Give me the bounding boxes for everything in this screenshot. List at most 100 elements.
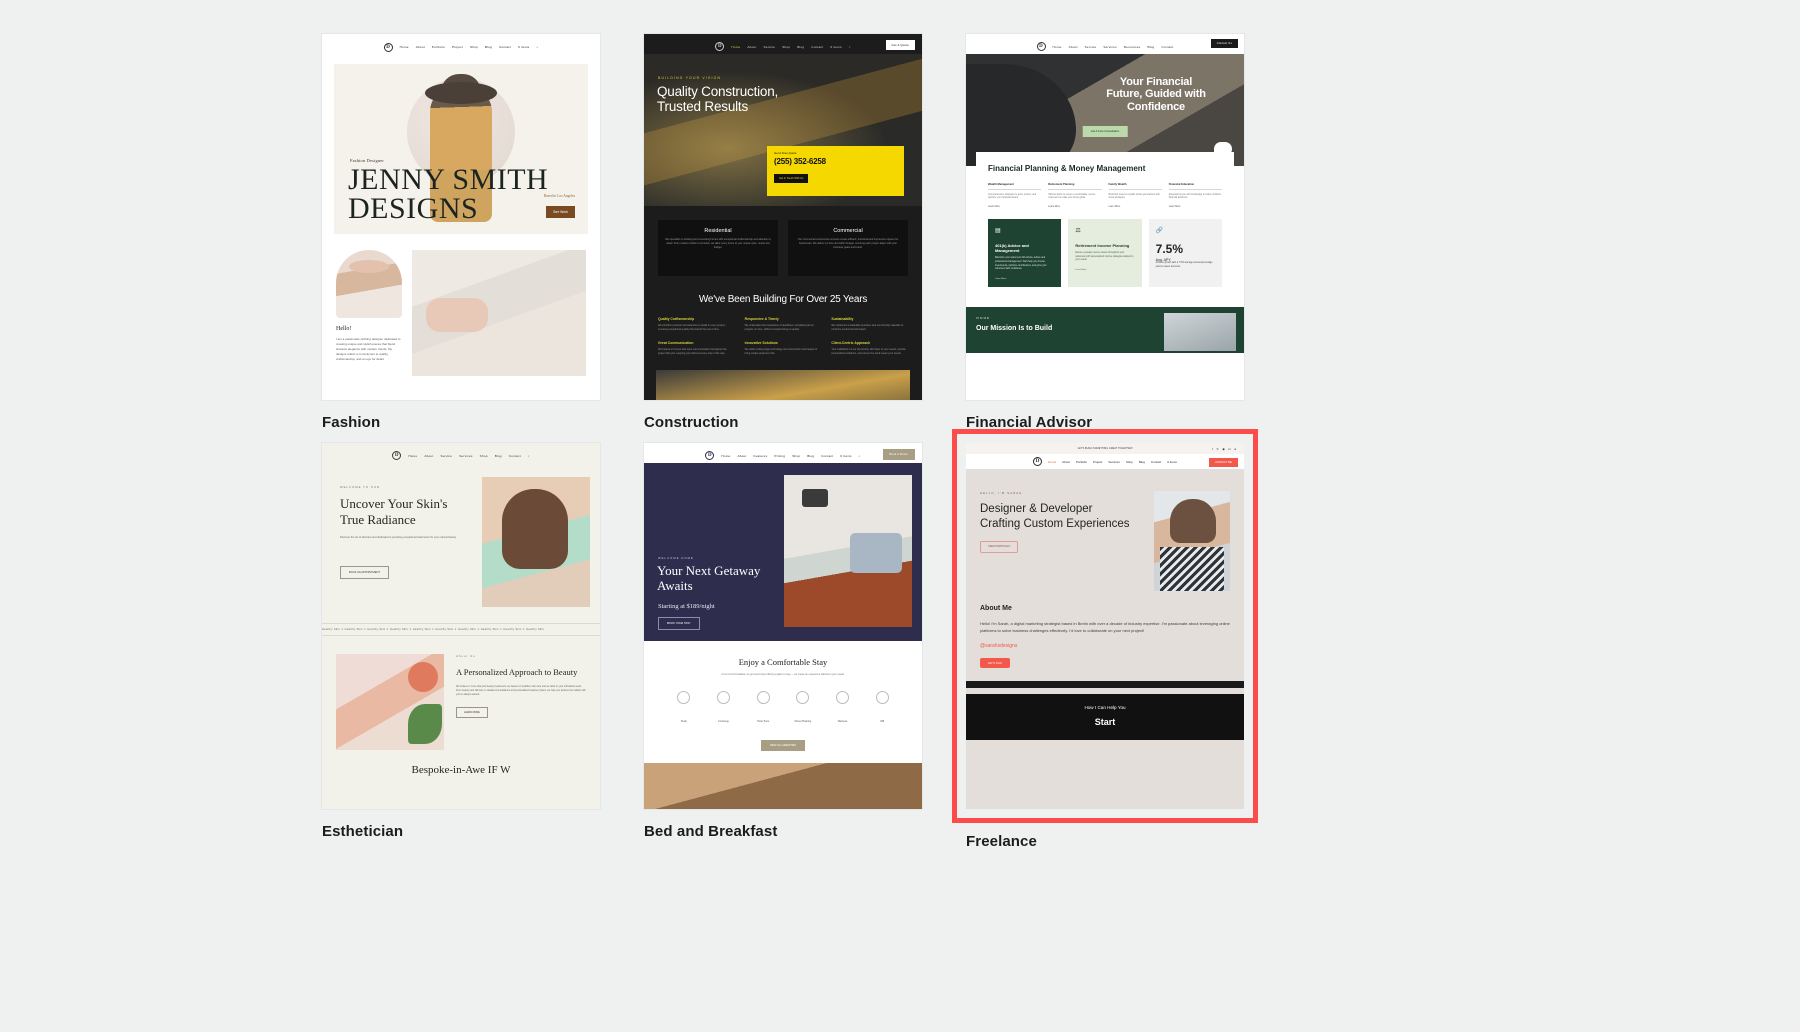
card-label: Fashion: [322, 414, 381, 431]
social-links: f ✕ ◉ in ●: [1132, 447, 1236, 451]
feature-title: Quality Craftsmanship: [658, 317, 695, 321]
amenity-item: Wellness: [823, 691, 863, 727]
hero-section: Fashion Designer JENNY SMITH DESIGNS Bas…: [334, 64, 588, 234]
hero-section: HELLO, I'M SARAH Designer & Developer Cr…: [966, 469, 1244, 591]
template-preview-bed-and-breakfast[interactable]: D Home About Features Pricing Shop Blog …: [644, 443, 922, 809]
template-card-construction[interactable]: D Home About Service Shop Blog Contact 0…: [644, 34, 922, 431]
section-heading: Enjoy a Comfortable Stay: [738, 657, 828, 667]
search-icon: ⌕: [858, 453, 861, 458]
hero-eyebrow: WELCOME TO OUR: [340, 485, 381, 489]
template-card-freelance[interactable]: LET'S BUILD SOMETHING GREAT TOGETHER! f …: [952, 429, 1258, 850]
column-title: Financial Education: [1168, 183, 1222, 190]
footer-image: [1164, 312, 1236, 351]
nav-item: Resources: [1123, 44, 1141, 49]
feature-body: We believe in honest and open communicat…: [658, 348, 727, 355]
amenity-label: Concierge: [718, 720, 729, 724]
hero-title-line1: JENNY SMITH: [348, 163, 549, 196]
years-heading: We've Been Building For Over 25 Years: [698, 294, 868, 305]
preview-nav: D Home About Portfolio Project Services …: [966, 454, 1244, 469]
about-section: Hello! I am a passionate clothing design…: [336, 250, 586, 376]
feature-body: We implement sustainable practices and e…: [831, 324, 904, 331]
amenity-item: Wifi: [862, 691, 902, 727]
hero-section: WELCOME HOME Your Next Getaway Awaits St…: [644, 463, 922, 641]
column-body: Tailored plans to ensure a comfortable, …: [1048, 193, 1096, 200]
about-handle: @sarahsdesigns: [980, 643, 1018, 649]
announcement-text: LET'S BUILD SOMETHING GREAT TOGETHER!: [1077, 447, 1133, 450]
nav-item: Blog: [797, 44, 805, 49]
nav-item: Services: [459, 453, 473, 458]
feature-item: Quality Craftsmanship We prioritize prec…: [658, 317, 735, 332]
amenity-icon: [875, 691, 889, 705]
book-room-button: Book A Room: [882, 449, 915, 460]
template-preview-esthetician[interactable]: D Home About Service Services Shop Blog …: [322, 443, 600, 809]
nav-item: Shop: [469, 45, 478, 49]
nav-item: Shop: [782, 44, 791, 49]
nav-item: Blog: [1147, 44, 1155, 49]
feature-body: We understand the importance of deadline…: [744, 324, 814, 331]
cart-label: 0 items: [830, 44, 842, 49]
footer-section: VISION Our Mission Is to Build: [966, 306, 1244, 353]
nav-item: About: [415, 45, 425, 49]
hero-body: Discover the art of skincare and dedicat…: [340, 535, 457, 539]
panel-column: Financial Education Empowering you with …: [1168, 183, 1222, 208]
panel-column: Wealth Management Comprehensive strategi…: [988, 183, 1042, 208]
nav-item: Contact: [1161, 44, 1174, 49]
quote-cta: Get In Touch With Us: [774, 174, 809, 183]
nav-item: About: [1068, 44, 1078, 49]
hero-title: Your Financial Future, Guided with Confi…: [1078, 76, 1234, 113]
template-preview-construction[interactable]: D Home About Service Shop Blog Contact 0…: [644, 34, 922, 400]
tile-link: Learn More: [995, 278, 1007, 280]
template-card-fashion[interactable]: D Home About Portfolio Project Shop Blog…: [322, 34, 600, 431]
hero-title-line3: Confidence: [1127, 100, 1185, 113]
hero-eyebrow: BUILDING YOUR VISION: [658, 76, 722, 80]
features-grid: Quality Craftsmanship We prioritize prec…: [644, 317, 922, 356]
template-card-esthetician[interactable]: D Home About Service Services Shop Blog …: [322, 443, 600, 850]
hero-cta-button: Get A Free Consultation: [1082, 126, 1128, 137]
amenity-label: Study: [680, 720, 687, 724]
hero-portrait-image: [1154, 491, 1230, 591]
service-title: Residential: [704, 228, 732, 234]
hero-image: [482, 477, 590, 607]
nav-item: Contact: [821, 453, 834, 458]
feature-tiles: ▤ 401(k) Advice and Management Maximize …: [988, 218, 1222, 287]
panel-columns: Wealth Management Comprehensive strategi…: [988, 183, 1222, 208]
template-card-financial-advisor[interactable]: D Home About Service Services Resources …: [966, 34, 1244, 431]
feature-item: Innovative Solutions We utilize cutting …: [745, 341, 822, 356]
nav-item: Project: [451, 45, 463, 49]
tile-title: 401(k) Advice and Management: [995, 242, 1029, 254]
hero-title-line2: Awaits: [657, 578, 693, 594]
amenity-label: Dinner Booking: [794, 720, 812, 724]
column-title: Retirement Planning: [1048, 183, 1102, 190]
services-section: Residential We specialize in building an…: [644, 206, 922, 276]
facebook-icon: f: [1211, 446, 1213, 451]
contact-me-button: CONTACT ME: [1209, 457, 1238, 467]
template-card-bed-and-breakfast[interactable]: D Home About Features Pricing Shop Blog …: [644, 443, 922, 850]
template-preview-financial-advisor[interactable]: D Home About Service Services Resources …: [966, 34, 1244, 400]
dribbble-icon: ●: [1234, 446, 1237, 451]
footer-image: [656, 370, 910, 400]
cream-dab-left: [508, 531, 519, 539]
quote-label: Get A Free Quote: [774, 151, 797, 155]
hero-title-line2: DESIGNS: [348, 192, 479, 226]
quote-button: Get A Quote: [885, 40, 915, 50]
amenity-label: Wifi: [880, 720, 885, 724]
hero-section: Your Financial Future, Guided with Confi…: [966, 54, 1244, 166]
amenity-item: Hotel Tours: [743, 691, 783, 727]
template-preview-freelance[interactable]: LET'S BUILD SOMETHING GREAT TOGETHER! f …: [966, 443, 1244, 809]
about-heading: About Me: [980, 605, 1012, 612]
nav-item: About: [737, 453, 747, 458]
feature-title: Responsive & Timely: [744, 317, 779, 321]
card-label: Esthetician: [322, 823, 404, 840]
nav-item: Contact: [1150, 459, 1162, 464]
footer-line2: Start: [1094, 716, 1116, 727]
template-preview-fashion[interactable]: D Home About Portfolio Project Shop Blog…: [322, 34, 600, 400]
hero-location: Based in Los Angeles: [543, 194, 575, 198]
panel-column: Retirement Planning Tailored plans to en…: [1048, 183, 1102, 208]
selection-highlight-border: LET'S BUILD SOMETHING GREAT TOGETHER! f …: [952, 429, 1258, 823]
feature-title: Client-Centric Approach: [831, 341, 871, 345]
hero-title: Uncover Your Skin's True Radiance: [340, 496, 448, 527]
panel-title: Financial Planning & Money Management: [988, 164, 1146, 173]
nav-item: Contact: [811, 44, 824, 49]
nav-item: Portfolio: [431, 45, 445, 49]
column-link: Learn More: [1048, 205, 1060, 208]
